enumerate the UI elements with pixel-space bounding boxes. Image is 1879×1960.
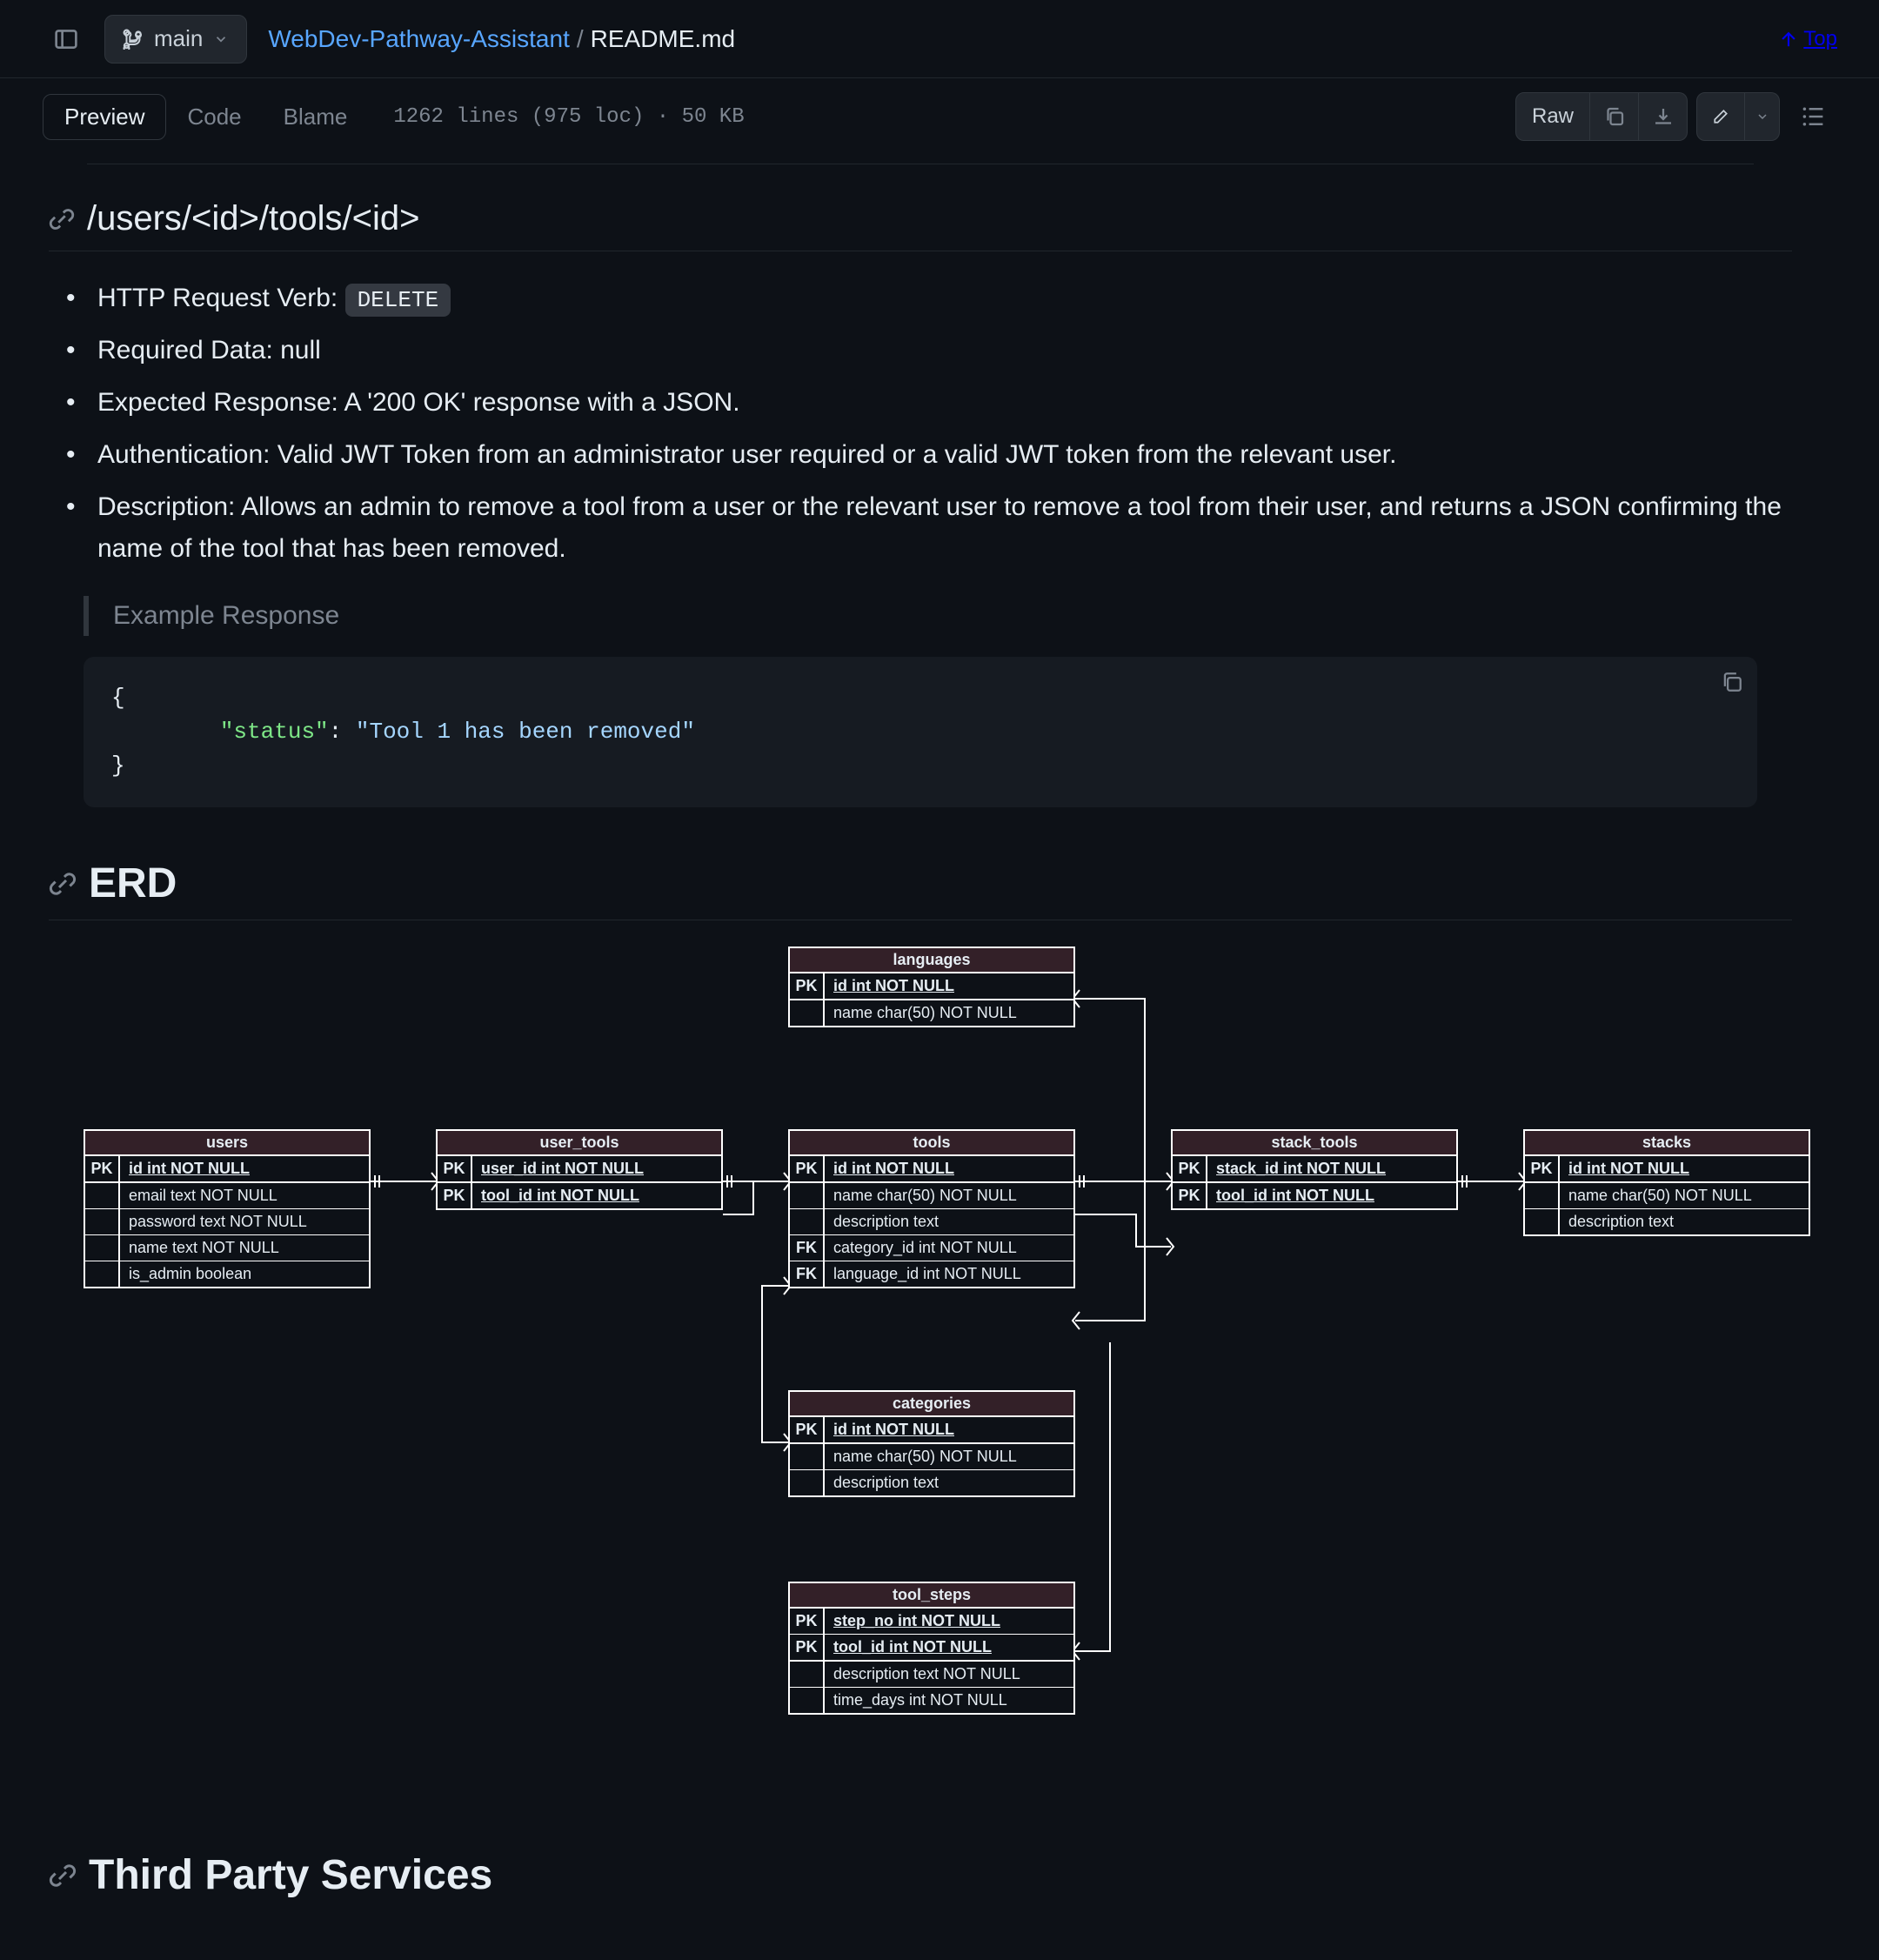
raw-button[interactable]: Raw xyxy=(1515,92,1590,141)
list-icon xyxy=(1801,104,1825,129)
list-item: HTTP Request Verb: DELETE xyxy=(97,272,1792,324)
breadcrumb-repo-link[interactable]: WebDev-Pathway-Assistant xyxy=(268,25,570,53)
edit-dropdown[interactable] xyxy=(1745,92,1780,141)
endpoint-path: /users/<id>/tools/<id> xyxy=(87,199,419,238)
breadcrumb: WebDev-Pathway-Assistant / README.md xyxy=(268,25,735,53)
code-line: { xyxy=(111,681,1729,715)
list-item: Expected Response: A '200 OK' response w… xyxy=(97,377,1792,429)
file-meta: 1262 lines (975 loc) · 50 KB xyxy=(393,105,744,129)
breadcrumb-sep: / xyxy=(577,25,584,53)
chevron-down-icon xyxy=(213,31,229,47)
erd-table-users: usersPKid int NOT NULLemail text NOT NUL… xyxy=(84,1129,371,1288)
code-line: "status": "Tool 1 has been removed" xyxy=(111,715,1729,749)
endpoint-details: HTTP Request Verb: DELETE Required Data:… xyxy=(49,272,1792,575)
code-line: } xyxy=(111,749,1729,783)
file-header: main WebDev-Pathway-Assistant / README.m… xyxy=(0,0,1879,78)
copy-icon xyxy=(1721,671,1743,693)
link-icon[interactable] xyxy=(49,870,77,898)
view-mode-tabs: Preview Code Blame xyxy=(42,93,369,141)
edit-group xyxy=(1696,92,1780,141)
code-block: { "status": "Tool 1 has been removed" } xyxy=(84,657,1757,807)
endpoint-heading: /users/<id>/tools/<id> xyxy=(49,199,1792,251)
erd-table-languages: languagesPKid int NOT NULLname char(50) … xyxy=(788,947,1075,1027)
list-item: Description: Allows an admin to remove a… xyxy=(97,481,1792,575)
download-icon xyxy=(1653,106,1674,127)
scroll-top-link[interactable]: Top xyxy=(1779,27,1837,51)
raw-group: Raw xyxy=(1515,92,1688,141)
download-button[interactable] xyxy=(1639,92,1688,141)
erd-table-categories: categoriesPKid int NOT NULLname char(50)… xyxy=(788,1390,1075,1497)
list-item: Required Data: null xyxy=(97,324,1792,377)
example-response-label: Example Response xyxy=(84,596,1757,636)
list-item: Authentication: Valid JWT Token from an … xyxy=(97,429,1792,481)
tab-code[interactable]: Code xyxy=(166,94,262,140)
edit-button[interactable] xyxy=(1696,92,1745,141)
branch-selector[interactable]: main xyxy=(104,15,247,64)
erd-heading: ERD xyxy=(49,860,1792,920)
readme-content: /users/<id>/tools/<id> HTTP Request Verb… xyxy=(0,164,1879,1960)
arrow-up-icon xyxy=(1779,30,1798,49)
side-panel-toggle-icon[interactable] xyxy=(42,15,90,64)
erd-table-tools: toolsPKid int NOT NULLname char(50) NOT … xyxy=(788,1129,1075,1288)
tab-blame[interactable]: Blame xyxy=(263,94,369,140)
third-party-heading: Third Party Services xyxy=(49,1851,1792,1899)
erd-diagram: languagesPKid int NOT NULLname char(50) … xyxy=(49,947,1806,1799)
link-icon[interactable] xyxy=(49,206,75,232)
copy-button[interactable] xyxy=(1590,92,1639,141)
copy-icon xyxy=(1604,106,1625,127)
branch-icon xyxy=(123,29,144,50)
tab-preview[interactable]: Preview xyxy=(43,94,166,140)
pencil-icon xyxy=(1713,106,1729,127)
file-toolbar: Preview Code Blame 1262 lines (975 loc) … xyxy=(0,78,1879,155)
erd-table-stacks: stacksPKid int NOT NULLname char(50) NOT… xyxy=(1523,1129,1810,1236)
link-icon[interactable] xyxy=(49,1862,77,1890)
http-verb-badge: DELETE xyxy=(345,284,451,317)
erd-table-stack-tools: stack_toolsPKstack_id int NOT NULLPKtool… xyxy=(1171,1129,1458,1210)
erd-table-user-tools: user_toolsPKuser_id int NOT NULLPKtool_i… xyxy=(436,1129,723,1210)
chevron-down-icon xyxy=(1755,110,1769,124)
breadcrumb-file: README.md xyxy=(591,25,735,53)
branch-name: main xyxy=(154,25,203,52)
erd-table-tool-steps: tool_stepsPKstep_no int NOT NULLPKtool_i… xyxy=(788,1582,1075,1715)
outline-button[interactable] xyxy=(1789,92,1837,141)
copy-code-button[interactable] xyxy=(1721,671,1743,705)
